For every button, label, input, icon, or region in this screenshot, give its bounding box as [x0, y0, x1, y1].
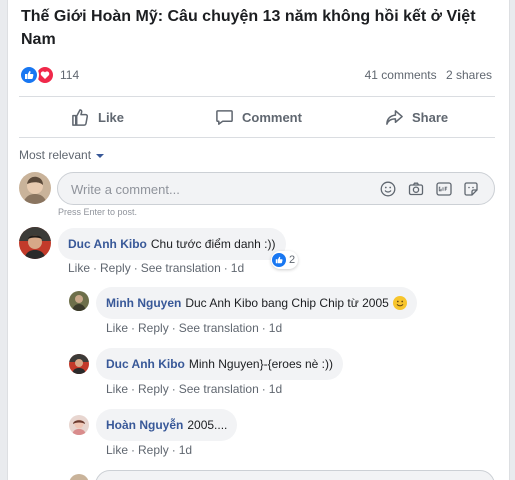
- comment-button[interactable]: Comment: [215, 104, 302, 130]
- reply-like-link[interactable]: Like: [106, 443, 128, 457]
- reply-like-link[interactable]: Like: [106, 382, 128, 396]
- comment-bubble: Duc Anh Kibo Chu tước điểm danh :)): [58, 228, 286, 260]
- like-icon: [272, 253, 286, 267]
- thumbs-up-icon: [72, 108, 89, 126]
- reply-like-link[interactable]: Like: [106, 321, 128, 335]
- current-user-avatar[interactable]: [19, 172, 51, 204]
- see-translation-link[interactable]: See translation: [179, 321, 259, 335]
- commenter-avatar[interactable]: [19, 227, 51, 259]
- comments-count-link[interactable]: 41 comments: [365, 68, 437, 82]
- share-button[interactable]: Share: [385, 104, 448, 130]
- separator-dot: ·: [93, 261, 98, 275]
- comment-label: Comment: [242, 109, 302, 125]
- like-button[interactable]: Like: [71, 104, 124, 130]
- comment-author[interactable]: Duc Anh Kibo: [68, 237, 147, 251]
- reply-reply-link[interactable]: Reply: [138, 382, 169, 396]
- gif-icon[interactable]: [436, 181, 452, 197]
- comment-text: Chu tước điểm danh :)): [150, 237, 276, 251]
- shares-count-link[interactable]: 2 shares: [446, 68, 492, 82]
- comment-timestamp[interactable]: 1d: [231, 261, 244, 275]
- post-stats: 41 comments 2 shares: [359, 68, 492, 82]
- comment-reaction-count: 2: [289, 254, 296, 266]
- composer-hint: Press Enter to post.: [58, 207, 138, 217]
- divider: [19, 96, 495, 97]
- separator-dot: ·: [133, 261, 138, 275]
- reply-actions: Like · Reply · See translation · 1d: [106, 382, 282, 396]
- see-translation-link[interactable]: See translation: [179, 382, 259, 396]
- sticker-icon[interactable]: [463, 181, 479, 197]
- separator-dot: ·: [171, 443, 176, 457]
- comment-reply-link[interactable]: Reply: [100, 261, 131, 275]
- share-label: Share: [412, 109, 449, 125]
- camera-icon[interactable]: [408, 181, 424, 197]
- reply-avatar[interactable]: [69, 291, 89, 311]
- reply-bubble: Hoàn Nguyễn 2005....: [96, 409, 238, 441]
- separator-dot: ·: [171, 321, 176, 335]
- reply-bubble: Minh Nguyen Duc Anh Kibo bang Chip Chip …: [96, 287, 417, 319]
- reply-input[interactable]: [95, 470, 495, 480]
- reply-text: Minh Nguyen}-{eroes nè :)): [188, 357, 333, 371]
- reply-author[interactable]: Minh Nguyen: [106, 296, 181, 310]
- post-card: Thế Giới Hoàn Mỹ: Câu chuyện 13 năm khôn…: [7, 0, 510, 480]
- reply-actions: Like · Reply · 1d: [106, 443, 192, 457]
- separator-dot: ·: [261, 321, 266, 335]
- comment-input[interactable]: Write a comment...: [57, 172, 495, 205]
- separator-dot: ·: [131, 443, 136, 457]
- separator-dot: ·: [261, 382, 266, 396]
- reply-author[interactable]: Hoàn Nguyễn: [106, 418, 183, 432]
- reactions-summary[interactable]: 114 41 comments 2 shares: [19, 65, 499, 85]
- comment-like-link[interactable]: Like: [68, 261, 90, 275]
- separator-dot: ·: [171, 382, 176, 396]
- reply-actions: Like · Reply · See translation · 1d: [106, 321, 282, 335]
- reply-reply-link[interactable]: Reply: [138, 443, 169, 457]
- comment-sort-dropdown[interactable]: Most relevant: [19, 148, 105, 162]
- comment-actions: Like · Reply · See translation · 1d: [68, 261, 244, 275]
- reply-reply-link[interactable]: Reply: [138, 321, 169, 335]
- current-user-avatar[interactable]: [69, 474, 89, 480]
- reply-bubble: Duc Anh Kibo Minh Nguyen}-{eroes nè :)): [96, 348, 343, 380]
- smile-emoji-icon: [392, 296, 407, 310]
- reply-timestamp[interactable]: 1d: [269, 321, 282, 335]
- like-icon: [19, 65, 39, 85]
- reply-text: Duc Anh Kibo bang Chip Chip từ 2005: [185, 296, 389, 310]
- separator-dot: ·: [131, 321, 136, 335]
- comment-input-placeholder: Write a comment...: [71, 182, 180, 197]
- caret-down-icon: [96, 153, 105, 158]
- reply-avatar[interactable]: [69, 354, 89, 374]
- emoji-icon[interactable]: [380, 181, 396, 197]
- see-translation-link[interactable]: See translation: [141, 261, 221, 275]
- reply-timestamp[interactable]: 1d: [179, 443, 192, 457]
- sort-label: Most relevant: [19, 148, 92, 162]
- comment-reaction-badge[interactable]: 2: [271, 251, 299, 269]
- reaction-count[interactable]: 114: [60, 68, 79, 82]
- reply-avatar[interactable]: [69, 415, 89, 435]
- separator-dot: ·: [223, 261, 228, 275]
- post-title[interactable]: Thế Giới Hoàn Mỹ: Câu chuyện 13 năm khôn…: [21, 5, 491, 51]
- comment-icon: [216, 109, 233, 125]
- divider: [19, 137, 495, 138]
- share-icon: [386, 109, 403, 125]
- like-label: Like: [98, 109, 125, 125]
- reply-author[interactable]: Duc Anh Kibo: [106, 357, 185, 371]
- reply-text: 2005....: [187, 418, 228, 432]
- separator-dot: ·: [131, 382, 136, 396]
- reply-timestamp[interactable]: 1d: [269, 382, 282, 396]
